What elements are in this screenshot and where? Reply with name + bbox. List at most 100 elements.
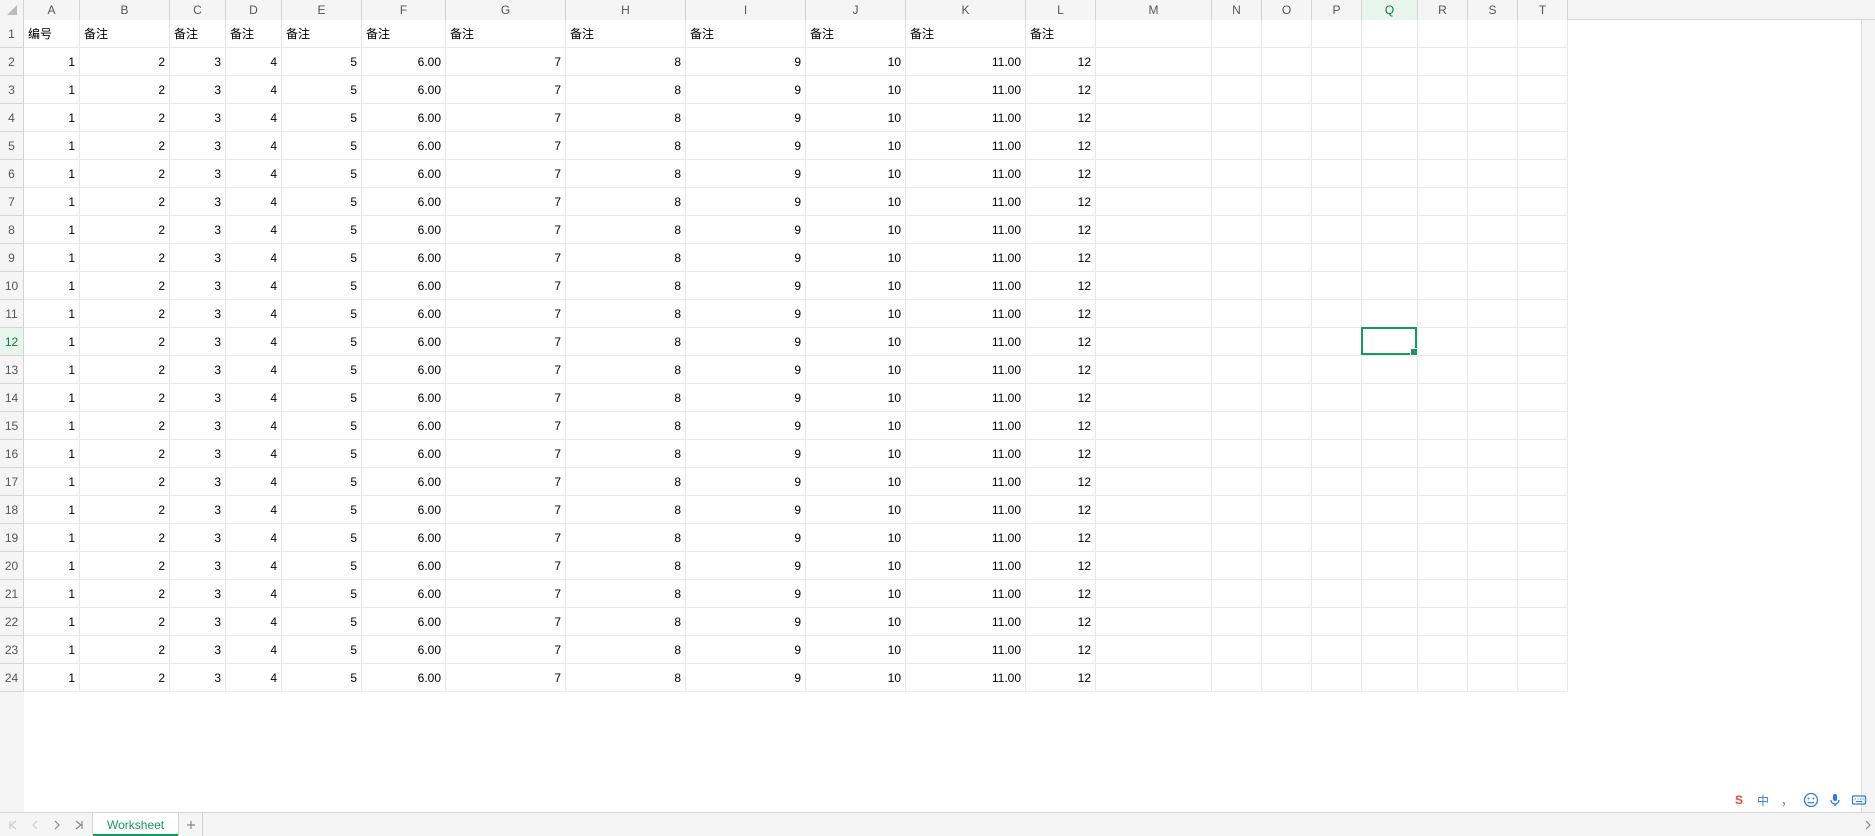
cell-N23[interactable] [1212, 636, 1262, 664]
cell-M16[interactable] [1096, 440, 1212, 468]
cell-D13[interactable]: 4 [226, 356, 282, 384]
cell-E18[interactable]: 5 [282, 496, 362, 524]
cell-S14[interactable] [1468, 384, 1518, 412]
cell-C15[interactable]: 3 [170, 412, 226, 440]
sheet-nav-last-icon[interactable] [72, 818, 86, 832]
cell-O16[interactable] [1262, 440, 1312, 468]
cell-O10[interactable] [1262, 272, 1312, 300]
cell-E4[interactable]: 5 [282, 104, 362, 132]
cell-F19[interactable]: 6.00 [362, 524, 446, 552]
cell-D14[interactable]: 4 [226, 384, 282, 412]
cell-P5[interactable] [1312, 132, 1362, 160]
cell-T6[interactable] [1518, 160, 1568, 188]
cell-B3[interactable]: 2 [80, 76, 170, 104]
cell-Q3[interactable] [1362, 76, 1418, 104]
cell-G9[interactable]: 7 [446, 244, 566, 272]
row-header-4[interactable]: 4 [0, 104, 24, 132]
cell-J10[interactable]: 10 [806, 272, 906, 300]
cell-K13[interactable]: 11.00 [906, 356, 1026, 384]
cell-L24[interactable]: 12 [1026, 664, 1096, 692]
cell-J7[interactable]: 10 [806, 188, 906, 216]
cell-G14[interactable]: 7 [446, 384, 566, 412]
cell-D11[interactable]: 4 [226, 300, 282, 328]
cell-C21[interactable]: 3 [170, 580, 226, 608]
cell-E3[interactable]: 5 [282, 76, 362, 104]
cell-J17[interactable]: 10 [806, 468, 906, 496]
select-all-corner[interactable] [0, 0, 24, 20]
cell-P12[interactable] [1312, 328, 1362, 356]
cell-G22[interactable]: 7 [446, 608, 566, 636]
cell-A23[interactable]: 1 [24, 636, 80, 664]
column-header-O[interactable]: O [1262, 0, 1312, 20]
cell-G16[interactable]: 7 [446, 440, 566, 468]
cell-J3[interactable]: 10 [806, 76, 906, 104]
cell-R13[interactable] [1418, 356, 1468, 384]
cell-K10[interactable]: 11.00 [906, 272, 1026, 300]
cell-T12[interactable] [1518, 328, 1568, 356]
cell-D18[interactable]: 4 [226, 496, 282, 524]
cell-A18[interactable]: 1 [24, 496, 80, 524]
cell-A22[interactable]: 1 [24, 608, 80, 636]
row-header-1[interactable]: 1 [0, 20, 24, 48]
cell-A2[interactable]: 1 [24, 48, 80, 76]
cell-M7[interactable] [1096, 188, 1212, 216]
cell-K3[interactable]: 11.00 [906, 76, 1026, 104]
cell-D2[interactable]: 4 [226, 48, 282, 76]
row-header-16[interactable]: 16 [0, 440, 24, 468]
cell-M8[interactable] [1096, 216, 1212, 244]
cell-D15[interactable]: 4 [226, 412, 282, 440]
ime-keyboard-icon[interactable] [1849, 790, 1869, 810]
cell-J22[interactable]: 10 [806, 608, 906, 636]
cell-F22[interactable]: 6.00 [362, 608, 446, 636]
cell-J19[interactable]: 10 [806, 524, 906, 552]
cell-E6[interactable]: 5 [282, 160, 362, 188]
cell-A10[interactable]: 1 [24, 272, 80, 300]
cell-R18[interactable] [1418, 496, 1468, 524]
cell-L12[interactable]: 12 [1026, 328, 1096, 356]
cell-J24[interactable]: 10 [806, 664, 906, 692]
cell-B12[interactable]: 2 [80, 328, 170, 356]
cell-I17[interactable]: 9 [686, 468, 806, 496]
cell-N3[interactable] [1212, 76, 1262, 104]
cell-H2[interactable]: 8 [566, 48, 686, 76]
cell-F6[interactable]: 6.00 [362, 160, 446, 188]
cell-T7[interactable] [1518, 188, 1568, 216]
cell-N13[interactable] [1212, 356, 1262, 384]
cell-N20[interactable] [1212, 552, 1262, 580]
cell-G21[interactable]: 7 [446, 580, 566, 608]
cell-B10[interactable]: 2 [80, 272, 170, 300]
cell-P15[interactable] [1312, 412, 1362, 440]
cell-N7[interactable] [1212, 188, 1262, 216]
cell-G11[interactable]: 7 [446, 300, 566, 328]
cell-M10[interactable] [1096, 272, 1212, 300]
cell-L3[interactable]: 12 [1026, 76, 1096, 104]
cell-C16[interactable]: 3 [170, 440, 226, 468]
cell-C14[interactable]: 3 [170, 384, 226, 412]
cell-Q15[interactable] [1362, 412, 1418, 440]
cell-A16[interactable]: 1 [24, 440, 80, 468]
cell-N22[interactable] [1212, 608, 1262, 636]
cell-F18[interactable]: 6.00 [362, 496, 446, 524]
cell-M21[interactable] [1096, 580, 1212, 608]
cell-K7[interactable]: 11.00 [906, 188, 1026, 216]
cell-R19[interactable] [1418, 524, 1468, 552]
cell-T2[interactable] [1518, 48, 1568, 76]
cell-L15[interactable]: 12 [1026, 412, 1096, 440]
cell-R22[interactable] [1418, 608, 1468, 636]
cell-E7[interactable]: 5 [282, 188, 362, 216]
cell-T17[interactable] [1518, 468, 1568, 496]
cell-H18[interactable]: 8 [566, 496, 686, 524]
cell-G12[interactable]: 7 [446, 328, 566, 356]
cell-F7[interactable]: 6.00 [362, 188, 446, 216]
cell-S2[interactable] [1468, 48, 1518, 76]
cell-E23[interactable]: 5 [282, 636, 362, 664]
cell-J8[interactable]: 10 [806, 216, 906, 244]
cell-I22[interactable]: 9 [686, 608, 806, 636]
row-header-22[interactable]: 22 [0, 608, 24, 636]
column-header-N[interactable]: N [1212, 0, 1262, 20]
ime-voice-icon[interactable] [1825, 790, 1845, 810]
cell-S10[interactable] [1468, 272, 1518, 300]
cell-P8[interactable] [1312, 216, 1362, 244]
cell-K1[interactable]: 备注 [906, 20, 1026, 48]
cell-Q23[interactable] [1362, 636, 1418, 664]
